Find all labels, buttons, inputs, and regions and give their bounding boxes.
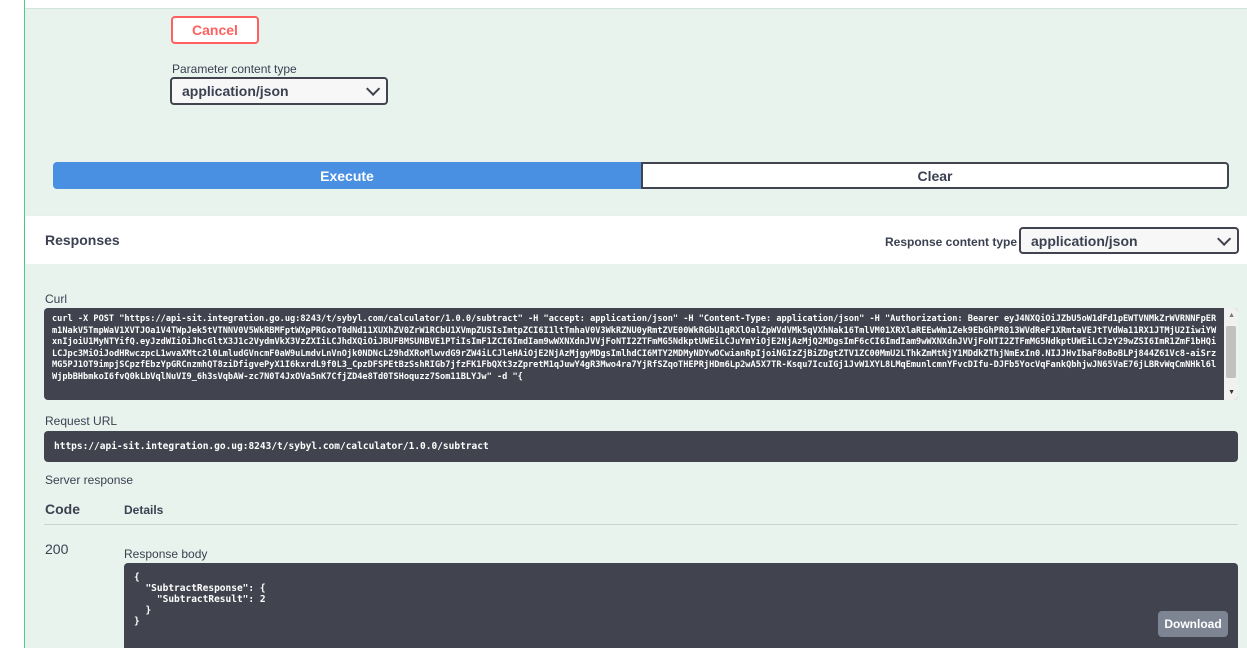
curl-code-block[interactable]: curl -X POST "https://api-sit.integratio… [44, 308, 1238, 400]
response-body-text[interactable]: { "SubtractResponse": { "SubtractResult"… [134, 572, 266, 627]
response-status-code: 200 [45, 541, 69, 557]
response-content-type-select[interactable]: application/json [1019, 227, 1239, 254]
request-url-label: Request URL [45, 414, 118, 428]
chevron-down-icon [1217, 231, 1232, 246]
parameter-content-type-label: Parameter content type [172, 62, 297, 76]
scroll-down-arrow-icon[interactable]: ▼ [1228, 389, 1235, 396]
response-content-type-label: Response content type [885, 235, 1018, 249]
parameter-content-type-value: application/json [182, 83, 289, 99]
response-body-label: Response body [124, 547, 208, 561]
parameter-content-type-select[interactable]: application/json [170, 77, 388, 105]
scroll-up-arrow-icon[interactable]: ▲ [1228, 312, 1235, 319]
curl-scrollbar[interactable]: ▲ ▼ [1224, 308, 1238, 400]
download-button[interactable]: Download [1158, 611, 1228, 637]
server-response-label: Server response [45, 473, 134, 487]
curl-command-text[interactable]: curl -X POST "https://api-sit.integratio… [52, 314, 1218, 383]
execute-button-group: Execute Clear [53, 162, 1229, 189]
cancel-button[interactable]: Cancel [171, 16, 259, 44]
details-column-header: Details [124, 503, 164, 517]
response-content-type-value: application/json [1031, 232, 1138, 249]
request-url-block[interactable]: https://api-sit.integration.go.ug:8243/t… [44, 431, 1238, 462]
responses-title: Responses [45, 232, 120, 248]
page-gutter [0, 0, 24, 648]
execute-button[interactable]: Execute [53, 162, 641, 189]
table-divider [44, 524, 1238, 525]
response-body-block[interactable]: { "SubtractResponse": { "SubtractResult"… [124, 563, 1238, 648]
chevron-down-icon [366, 81, 381, 96]
code-column-header: Code [45, 501, 80, 517]
clear-button[interactable]: Clear [641, 162, 1229, 189]
curl-label: Curl [45, 292, 68, 306]
scrollbar-thumb[interactable] [1226, 326, 1236, 378]
